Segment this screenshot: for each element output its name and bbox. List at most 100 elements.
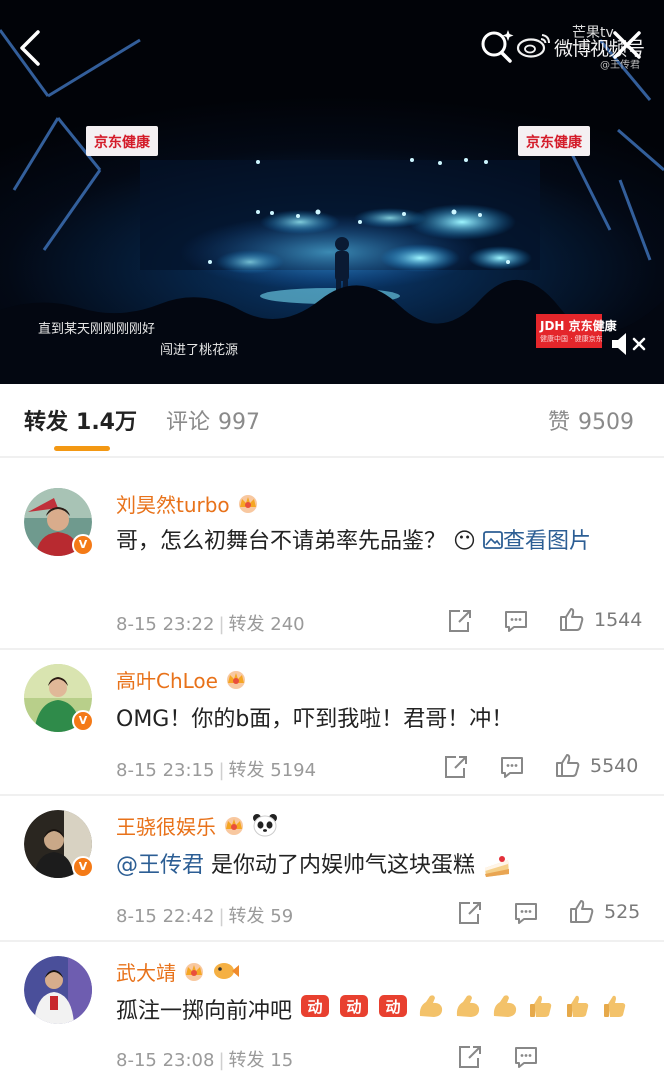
dong-sticker-icon: 动 [340, 995, 369, 1017]
tab-reposts-label: 转发 [24, 410, 69, 435]
repost-count: 240 [270, 614, 305, 635]
speechless-emoji: 😶 [453, 529, 476, 554]
mute-button[interactable] [610, 330, 654, 358]
username[interactable]: 武大靖 [116, 957, 176, 986]
interaction-tabs: 转发 1.4万 评论 997 赞 9509 [0, 384, 664, 456]
view-image-label: 查看图片 [502, 529, 591, 554]
sponsor-name: JDH 京东健康 [540, 319, 617, 333]
repost-count: 59 [270, 906, 294, 927]
repost-text: OMG！你的b面，吓到我啦！君哥！冲！ [116, 702, 636, 738]
timestamp: 8-15 23:15 [116, 760, 215, 781]
share-icon[interactable] [456, 1044, 484, 1070]
repost-meta: 8-15 22:42 | 转发 59 [116, 906, 294, 927]
repost-item: V 王骁很娱乐 @王传君 是你动了内娱帅气这块蛋糕 8-15 22:42 | 转发 … [0, 810, 664, 940]
search-button[interactable] [478, 26, 516, 66]
repost-text: 孤注一掷向前冲吧 动 动 动 [116, 992, 656, 1032]
cake-emoji-icon [485, 856, 510, 877]
panda-icon [253, 814, 277, 837]
repost-item: V 刘昊然turbo 哥，怎么初舞台不请弟率先品鉴？ 😶 查看图片 8-15 2… [0, 488, 664, 648]
repost-text-body: 是你动了内娱帅气这块蛋糕 [204, 853, 476, 878]
like-count: 1544 [594, 609, 643, 631]
username-row: 王骁很娱乐 [116, 810, 278, 840]
comment-icon[interactable] [512, 900, 540, 926]
avatar-wrap[interactable]: V [24, 664, 94, 734]
divider [0, 940, 664, 942]
crown-badge-icon [185, 963, 203, 981]
tab-likes[interactable]: 赞 9509 [548, 404, 634, 436]
tab-reposts[interactable]: 转发 1.4万 [24, 404, 137, 436]
share-icon[interactable] [446, 608, 474, 634]
repost-meta: 8-15 23:22 | 转发 240 [116, 614, 305, 635]
username[interactable]: 高叶ChLoe [116, 665, 218, 694]
avatar-wrap[interactable]: V [24, 488, 94, 558]
lyric-subtitle-line-1: 直到某天刚刚刚刚好 [38, 322, 156, 337]
flexed-biceps-icon [456, 995, 480, 1017]
sticker-text: 动 [347, 998, 362, 1016]
avatar-wrap[interactable] [24, 956, 94, 1026]
repost-meta: 8-15 23:08 | 转发 15 [116, 1050, 294, 1071]
repost-item: 武大靖 孤注一掷向前冲吧 动 动 动 8-15 23:08 | 转发 15 [0, 956, 664, 1076]
sponsor-banner-left: 京东健康 [86, 126, 158, 156]
comment-icon[interactable] [512, 1044, 540, 1070]
verified-badge: V [72, 534, 94, 556]
tab-comments-label: 评论 [166, 410, 211, 435]
comment-icon[interactable] [502, 608, 530, 634]
close-button[interactable] [610, 28, 644, 62]
mention-link[interactable]: @王传君 [116, 853, 204, 878]
back-button[interactable] [12, 24, 52, 72]
repost-text-body: OMG！你的b面，吓到我啦！君哥！冲！ [116, 707, 514, 732]
username[interactable]: 刘昊然turbo [116, 489, 230, 518]
username-row: 高叶ChLoe [116, 664, 248, 694]
speaker-muted-icon [612, 333, 646, 355]
video-player[interactable]: 芒果tv 微博视频号 @王传君 京东健康 京东健康 直到某天刚刚刚刚好 闯进了桃… [0, 0, 664, 384]
username-row: 武大靖 [116, 956, 240, 986]
avatar-wrap[interactable]: V [24, 810, 94, 880]
divider [0, 456, 664, 458]
timestamp: 8-15 22:42 [116, 906, 215, 927]
username-row: 刘昊然turbo [116, 488, 260, 518]
repost-label: 转发 [228, 1050, 265, 1071]
share-icon[interactable] [456, 900, 484, 926]
thumbs-up-icon [604, 995, 626, 1017]
like-count: 525 [604, 901, 641, 923]
search-icon [481, 30, 514, 63]
like-icon[interactable] [568, 898, 596, 924]
tab-reposts-count: 1.4万 [76, 410, 137, 435]
dong-sticker-icon: 动 [301, 995, 330, 1017]
crown-badge-icon [238, 495, 257, 513]
share-icon[interactable] [442, 754, 470, 780]
view-image-link[interactable]: 查看图片 [483, 529, 591, 554]
verified-badge: V [72, 856, 94, 878]
sticker-text: 动 [386, 998, 401, 1016]
thumbs-up-icon [530, 995, 552, 1017]
lyric-subtitle-line-2: 闯进了桃花源 [160, 343, 239, 358]
sponsor-tagline: 健康中国 · 健康京东 [540, 335, 603, 343]
repost-label: 转发 [228, 614, 265, 635]
tab-likes-count: 9509 [578, 410, 635, 435]
sponsor-banner-right: 京东健康 [518, 126, 590, 156]
verified-badge: V [72, 710, 94, 732]
repost-count: 15 [270, 1050, 294, 1071]
username[interactable]: 王骁很娱乐 [116, 811, 216, 840]
flexed-biceps-icon [493, 995, 517, 1017]
image-icon [483, 531, 503, 549]
crown-badge-icon [225, 817, 243, 835]
timestamp: 8-15 23:08 [116, 1050, 215, 1071]
thumbs-up-icon [567, 995, 589, 1017]
like-icon[interactable] [554, 752, 582, 778]
repost-label: 转发 [228, 760, 265, 781]
close-icon [613, 31, 641, 59]
fish-badge-icon [214, 963, 239, 979]
tab-comments[interactable]: 评论 997 [166, 404, 260, 436]
like-icon[interactable] [558, 606, 586, 632]
chevron-left-icon [20, 30, 40, 66]
repost-text: @王传君 是你动了内娱帅气这块蛋糕 [116, 848, 636, 884]
sponsor-logo-jdh: JDH 京东健康 健康中国 · 健康京东 [536, 314, 617, 348]
tab-comments-count: 997 [218, 410, 261, 435]
dong-sticker-icon: 动 [379, 995, 408, 1017]
flexed-biceps-icon [419, 995, 443, 1017]
weibo-logo-icon [516, 34, 550, 58]
repost-item: V 高叶ChLoe OMG！你的b面，吓到我啦！君哥！冲！ 8-15 23:15… [0, 664, 664, 794]
comment-icon[interactable] [498, 754, 526, 780]
repost-text-body: 孤注一掷向前冲吧 [116, 999, 293, 1024]
